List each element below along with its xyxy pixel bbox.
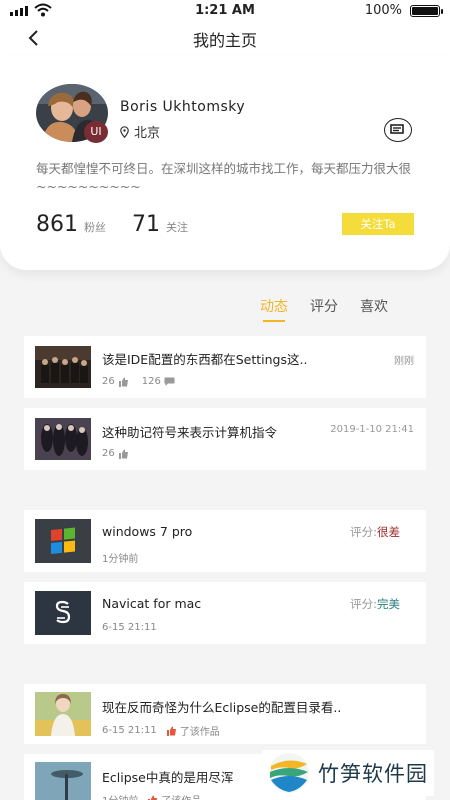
post-meta: 26 126 — [102, 376, 175, 387]
battery-percent: 100% — [364, 3, 402, 18]
post-thumbnail — [35, 762, 91, 800]
tab-ratings[interactable]: 评分 — [310, 296, 338, 316]
follow-button[interactable]: 关注Ta — [342, 213, 414, 235]
list-item[interactable]: 现在反而奇怪为什么Eclipse的配置目录看.. 6-15 21:11 了该作品 — [24, 684, 426, 744]
post-thumbnail — [35, 418, 91, 460]
fans-count[interactable]: 861 — [36, 212, 78, 237]
like-count: 26 — [102, 448, 115, 459]
rating-time: 6-15 21:11 — [102, 622, 157, 633]
list-item[interactable]: 该是IDE配置的东西都在Settings这.. 刚刚 26 126 — [24, 336, 426, 398]
following-label: 关注 — [166, 221, 188, 234]
thumbs-up-icon[interactable] — [118, 377, 129, 387]
app-title: Navicat for mac — [102, 596, 202, 611]
user-bio: 每天都惶惶不可终日。在深圳这样的城市找工作，每天都压力很大很~~~~~~~~~~ — [36, 161, 412, 194]
location-pin-icon — [120, 125, 129, 138]
rating-label: 评分: — [350, 525, 377, 539]
user-stats: 861 粉丝 71 关注 — [36, 212, 214, 237]
post-title: Eclipse中真的是用尽浑 — [102, 770, 234, 785]
post-title: 该是IDE配置的东西都在Settings这.. — [102, 352, 308, 367]
status-bar: 1:21 AM 100% — [0, 0, 450, 22]
like-action: 了该作品 — [179, 727, 220, 738]
fans-label: 粉丝 — [84, 221, 106, 234]
comment-icon[interactable] — [164, 377, 175, 387]
rating-value: 完美 — [377, 597, 400, 611]
rating: 评分:完美 — [350, 596, 400, 612]
rating-time: 1分钟前 — [102, 554, 139, 565]
post-title: 这种助记符号来表示计算机指令 — [102, 425, 278, 440]
battery-icon — [410, 5, 443, 17]
app-icon — [35, 591, 91, 635]
rating: 评分:很差 — [350, 524, 400, 540]
post-time: 刚刚 — [394, 356, 414, 367]
like-time: 6-15 21:11 — [102, 725, 157, 736]
thumbs-up-icon[interactable] — [118, 449, 129, 459]
rating-value: 很差 — [377, 525, 400, 539]
like-meta: 6-15 21:11 了该作品 — [102, 723, 220, 738]
list-item[interactable]: windows 7 pro 评分:很差 1分钟前 — [24, 510, 426, 572]
content-tabs: 动态 评分 喜欢 — [260, 296, 388, 322]
like-action: 了该作品 — [161, 792, 201, 800]
user-name: Boris Ukhtomsky — [120, 99, 246, 115]
tab-posts[interactable]: 动态 — [260, 296, 288, 322]
page-title: 我的主页 — [192, 31, 257, 50]
list-item[interactable]: Navicat for mac 评分:完美 6-15 21:11 — [24, 582, 426, 644]
rating-label: 评分: — [350, 597, 377, 611]
message-icon — [390, 124, 404, 134]
watermark: 竹笋软件园 — [262, 750, 434, 796]
message-button[interactable] — [384, 118, 412, 142]
post-title: 现在反而奇怪为什么Eclipse的配置目录看.. — [102, 700, 342, 715]
watermark-text: 竹笋软件园 — [318, 762, 428, 786]
post-time: 2019-1-10 21:41 — [330, 424, 414, 435]
post-thumbnail — [35, 692, 91, 736]
location-text: 北京 — [134, 126, 161, 141]
list-item[interactable]: 这种助记符号来表示计算机指令 2019-1-10 21:41 26 — [24, 408, 426, 470]
nav-header: 我的主页 — [0, 22, 450, 56]
app-title: windows 7 pro — [102, 524, 193, 539]
app-icon — [35, 519, 91, 563]
like-time: 1分钟前 — [102, 792, 138, 800]
following-count[interactable]: 71 — [132, 212, 160, 237]
thumbs-up-icon — [148, 795, 158, 800]
tab-likes[interactable]: 喜欢 — [360, 296, 388, 316]
thumbs-up-icon — [166, 726, 176, 736]
location: 北京 — [120, 122, 160, 141]
post-meta: 26 — [102, 448, 129, 459]
like-count: 26 — [102, 376, 115, 387]
post-thumbnail — [35, 346, 91, 388]
ui-badge: UI — [84, 121, 108, 143]
comment-count: 126 — [141, 376, 161, 387]
like-meta: 1分钟前 了该作品 — [102, 792, 201, 800]
profile-card: UI Boris Ukhtomsky 北京 每天都惶惶不可终日。在深圳这样的城市… — [0, 56, 450, 270]
watermark-logo-icon — [269, 753, 309, 793]
